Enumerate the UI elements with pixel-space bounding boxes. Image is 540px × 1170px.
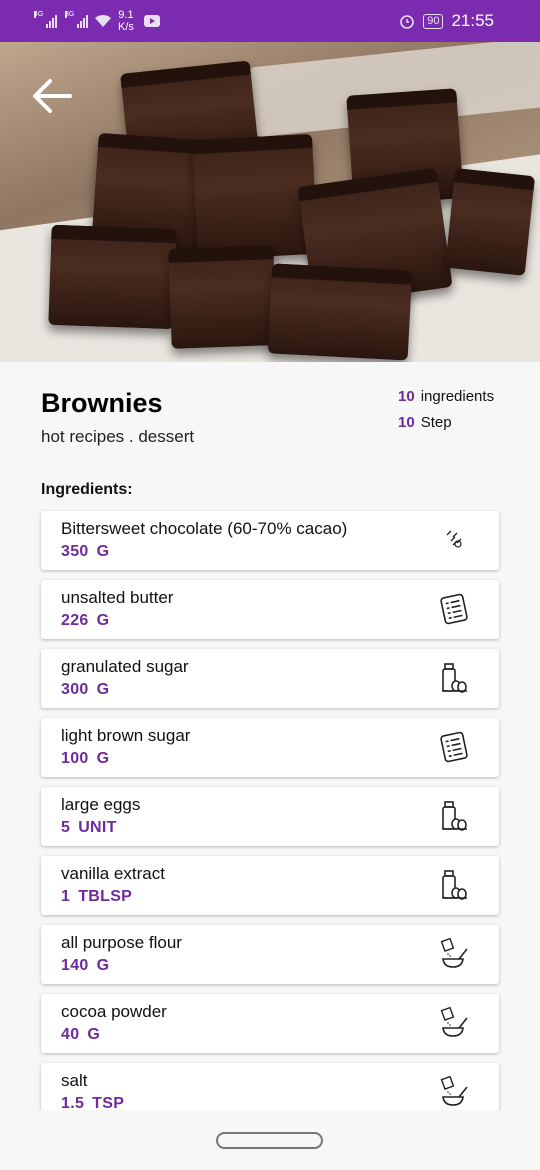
network-speed: 9.1 K/s — [118, 9, 134, 33]
chocolate-icon — [437, 523, 471, 557]
ingredient-amount: 300 — [61, 681, 89, 698]
ingredient-name: large eggs — [61, 795, 141, 814]
ingredient-quantity: 1 TBLSP — [61, 888, 479, 906]
ingredient-name: all purpose flour — [61, 933, 182, 952]
ingredient-card[interactable]: large eggs 5 UNIT — [41, 787, 499, 846]
mixing-bowl-icon — [437, 1075, 471, 1109]
recipe-header: Brownies hot recipes . dessert — [41, 388, 194, 447]
ingredient-list[interactable]: Bittersweet chocolate (60-70% cacao) 350 G… — [41, 511, 499, 1132]
alarm-icon — [400, 15, 415, 29]
ingredient-quantity: 140 G — [61, 957, 479, 975]
recipe-title: Brownies — [41, 388, 163, 418]
list-icon — [437, 592, 471, 626]
ingredient-card[interactable]: all purpose flour 140 G — [41, 925, 499, 984]
mixing-bowl-icon — [437, 1006, 471, 1040]
status-right: 90 21:55 — [399, 11, 494, 31]
brownie-piece — [168, 245, 277, 349]
ingredient-unit: G — [87, 1026, 101, 1043]
battery-indicator: 90 — [423, 13, 444, 29]
status-bar: 4G 3G 9.1 K/s 90 21:55 — [0, 0, 540, 42]
ingredient-name: salt — [61, 1071, 88, 1090]
dairy-icon — [437, 661, 471, 695]
ingredient-unit: G — [96, 612, 110, 629]
system-nav-bar — [0, 1110, 540, 1170]
ingredient-unit: UNIT — [78, 819, 117, 836]
ingredient-quantity: 100 G — [61, 750, 479, 768]
ingredient-unit: TBLSP — [78, 888, 133, 905]
ingredient-amount: 40 — [61, 1026, 80, 1043]
home-gesture-bar[interactable] — [216, 1132, 323, 1149]
ingredient-amount: 350 — [61, 543, 89, 560]
ingredient-card[interactable]: unsalted butter 226 G — [41, 580, 499, 639]
ingredient-name: light brown sugar — [61, 726, 191, 745]
ingredient-name: granulated sugar — [61, 657, 189, 676]
status-left: 4G 3G 9.1 K/s — [34, 9, 160, 33]
ingredient-card[interactable]: granulated sugar 300 G — [41, 649, 499, 708]
ingredient-card[interactable]: cocoa powder 40 G — [41, 994, 499, 1053]
recipe-counts: 10 ingredients 10 Step — [398, 384, 494, 436]
ingredient-unit: G — [96, 543, 110, 560]
steps-count: 10 Step — [398, 414, 452, 431]
ingredient-amount: 5 — [61, 819, 71, 836]
ingredients-heading: Ingredients: — [41, 481, 133, 498]
youtube-icon — [143, 15, 160, 27]
ingredient-unit: G — [96, 750, 110, 767]
ingredient-unit: G — [96, 957, 110, 974]
ingredient-name: cocoa powder — [61, 1002, 167, 1021]
ingredient-card[interactable]: vanilla extract 1 TBLSP — [41, 856, 499, 915]
ingredient-unit: G — [96, 681, 110, 698]
recipe-hero-image — [0, 42, 540, 362]
ingredient-quantity: 226 G — [61, 612, 479, 630]
signal-3g-icon: 3G — [65, 11, 88, 28]
ingredients-count: 10 ingredients — [398, 388, 495, 405]
wifi-icon — [95, 14, 111, 27]
ingredient-name: vanilla extract — [61, 864, 165, 883]
dairy-icon — [437, 868, 471, 902]
ingredient-amount: 140 — [61, 957, 89, 974]
recipe-subtitle: hot recipes . dessert — [41, 427, 195, 446]
brownie-piece — [267, 263, 413, 361]
signal-4g-icon: 4G — [34, 11, 57, 28]
ingredient-name: unsalted butter — [61, 588, 174, 607]
brownie-piece — [48, 224, 177, 330]
ingredient-card[interactable]: Bittersweet chocolate (60-70% cacao) 350 G — [41, 511, 499, 570]
ingredient-quantity: 300 G — [61, 681, 479, 699]
back-arrow-icon[interactable] — [30, 74, 74, 118]
mixing-bowl-icon — [437, 937, 471, 971]
ingredient-amount: 226 — [61, 612, 89, 629]
ingredient-amount: 100 — [61, 750, 89, 767]
dairy-icon — [437, 799, 471, 833]
brownie-piece — [444, 168, 536, 276]
ingredient-amount: 1 — [61, 888, 71, 905]
ingredient-quantity: 5 UNIT — [61, 819, 479, 837]
list-icon — [437, 730, 471, 764]
clock: 21:55 — [451, 11, 494, 30]
ingredient-quantity: 350 G — [61, 543, 479, 561]
ingredient-card[interactable]: light brown sugar 100 G — [41, 718, 499, 777]
ingredient-name: Bittersweet chocolate (60-70% cacao) — [61, 519, 348, 538]
ingredient-quantity: 40 G — [61, 1026, 479, 1044]
